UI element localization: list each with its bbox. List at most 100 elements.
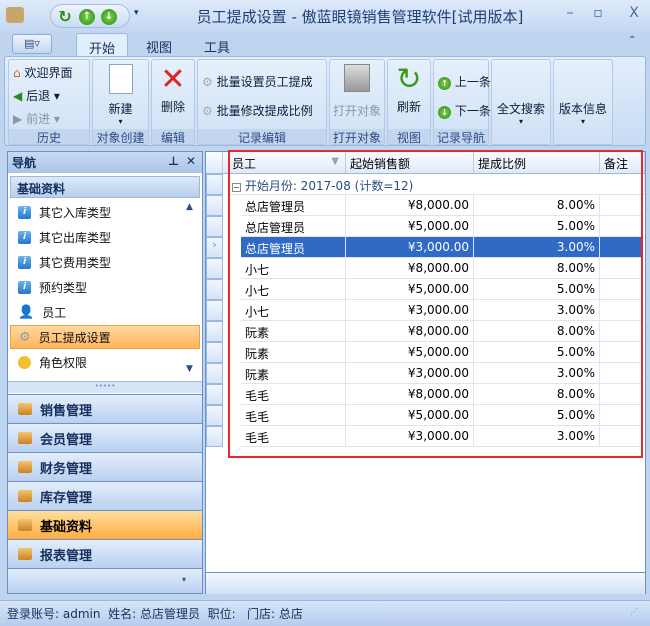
overflow-menu-icon[interactable]: ▾ (182, 575, 186, 584)
app-menu-button[interactable]: ▤▿ (12, 34, 52, 54)
nav-item[interactable]: ⚙ 员工提成设置 (10, 325, 200, 349)
batch-set-label: 批量设置员工提成 (216, 75, 313, 89)
app-logo-icon (6, 7, 24, 23)
new-label: 新建 (108, 102, 133, 116)
qat-dropdown-icon[interactable]: ▾ (134, 8, 139, 18)
row-selector[interactable] (206, 405, 223, 426)
batch-modify-label: 批量修改提成比例 (216, 104, 313, 118)
nav-item[interactable]: i 预约类型 (10, 275, 200, 299)
batch-modify-button[interactable]: ⚙ 批量修改提成比例 (202, 102, 313, 119)
splitter-handle[interactable]: ••••• (8, 381, 202, 393)
mask-icon (18, 355, 31, 369)
nav-item-label: 其它出库类型 (39, 230, 112, 245)
next-record-button[interactable]: ↓ 下一条 (438, 102, 491, 119)
navigation-panel: 导航 ⊥ ✕ 基础资料 i 其它入库类型 i 其它出库类型 i 其它费用类型 i 预约类型 👤 员… (7, 151, 203, 594)
close-icon[interactable]: ✕ (186, 154, 196, 168)
scroll-up-icon[interactable]: ▲ (186, 202, 193, 212)
nav-item[interactable]: i 其它费用类型 (10, 250, 200, 274)
resize-grip-icon[interactable]: ⋰ (630, 607, 638, 616)
row-selector[interactable] (206, 321, 223, 342)
next-label: 下一条 (454, 104, 491, 118)
collapse-ribbon-icon[interactable]: ⌃ (628, 35, 636, 46)
nav-group-button[interactable]: 报表管理 (8, 539, 202, 568)
prev-record-button[interactable]: ↑ 上一条 (438, 73, 491, 90)
nav-footer: ▾ (8, 568, 202, 593)
new-button[interactable]: 新建 ▾ (93, 64, 148, 126)
tab-tools[interactable]: 工具 (192, 33, 242, 56)
nav-group-label: 会员管理 (40, 432, 93, 448)
search-label: 全文搜索 (496, 102, 545, 116)
title-bar: ↻ ↑ ↓ ▾ 员工提成设置 - 傲蓝眼镜销售管理软件[试用版本] – ▫ X (0, 0, 650, 32)
refresh-icon[interactable]: ↻ (57, 9, 73, 25)
nav-item-label: 员工提成设置 (38, 330, 111, 345)
nav-group-button[interactable]: 会员管理 (8, 423, 202, 452)
open-object-icon (344, 64, 370, 92)
delete-label: 删除 (160, 100, 185, 114)
delete-button[interactable]: ✕ 删除 (152, 62, 194, 115)
down-icon: ↓ (438, 106, 451, 119)
row-selector[interactable] (206, 384, 223, 405)
folder-icon (18, 461, 32, 473)
nav-item[interactable]: 角色权限 (10, 350, 200, 374)
row-selector[interactable] (206, 174, 223, 195)
nav-item[interactable]: i 其它出库类型 (10, 225, 200, 249)
folder-icon (18, 490, 32, 502)
back-icon: ◀ (13, 89, 23, 103)
home-icon: ⌂ (13, 66, 21, 80)
scroll-down-icon[interactable]: ▼ (186, 364, 193, 374)
nav-group-button[interactable]: 库存管理 (8, 481, 202, 510)
status-text: 登录账号: admin 姓名: 总店管理员 职位: 门店: 总店 (7, 607, 303, 621)
row-selector[interactable] (206, 363, 223, 384)
back-label: 后退 (26, 89, 51, 103)
nav-section-title: 基础资料 (10, 176, 200, 198)
tab-view[interactable]: 视图 (134, 33, 184, 56)
group-label: 记录编辑 (198, 129, 326, 145)
welcome-button[interactable]: ⌂ 欢迎界面 (13, 64, 72, 81)
pin-icon[interactable]: ⊥ (168, 154, 179, 168)
batch-set-button[interactable]: ⚙ 批量设置员工提成 (202, 73, 313, 90)
row-selector[interactable]: › (206, 237, 223, 258)
nav-group-label: 销售管理 (40, 403, 93, 419)
row-selector[interactable] (206, 279, 223, 300)
nav-group-label: 报表管理 (40, 548, 93, 564)
info-icon: i (18, 255, 31, 269)
nav-header: 导航 ⊥ ✕ (8, 152, 202, 173)
corner-header (206, 152, 223, 174)
refresh-button[interactable]: ↻ 刷新 (388, 62, 430, 115)
quick-access-toolbar: ↻ ↑ ↓ (50, 4, 130, 28)
forward-button[interactable]: ▶ 前进 ▾ (13, 110, 60, 127)
row-selector[interactable] (206, 342, 223, 363)
nav-group-button[interactable]: 财务管理 (8, 452, 202, 481)
close-button[interactable]: X (624, 5, 644, 21)
version-info-button[interactable]: 版本信息 ▾ (553, 59, 613, 145)
full-text-search-button[interactable]: 全文搜索 ▾ (491, 59, 551, 145)
info-icon: i (18, 205, 31, 219)
back-button[interactable]: ◀ 后退 ▾ (13, 87, 60, 104)
open-object-button[interactable]: 打开对象 (330, 64, 384, 119)
row-selector[interactable] (206, 426, 223, 447)
info-icon: i (18, 230, 31, 244)
forward-icon: ▶ (13, 112, 23, 126)
folder-icon (18, 432, 32, 444)
group-view: ↻ 刷新 视图 (387, 59, 431, 145)
status-bar: 登录账号: admin 姓名: 总店管理员 职位: 门店: 总店 ⋰ (0, 600, 650, 626)
maximize-button[interactable]: ▫ (588, 5, 608, 21)
nav-item[interactable]: 👤 员工 (10, 300, 200, 324)
row-selector[interactable] (206, 300, 223, 321)
nav-group-button[interactable]: 基础资料 (8, 510, 202, 539)
nav-item[interactable]: i 其它入库类型 (10, 200, 200, 224)
group-label: 记录导航 (434, 129, 488, 145)
minimize-button[interactable]: – (560, 5, 580, 21)
row-selector[interactable] (206, 258, 223, 279)
nav-group-button[interactable]: 销售管理 (8, 394, 202, 423)
row-selector[interactable] (206, 216, 223, 237)
prev-label: 上一条 (454, 75, 491, 89)
group-label: 历史 (9, 129, 89, 145)
nav-item-label: 预约类型 (39, 280, 88, 295)
row-selector[interactable] (206, 195, 223, 216)
ribbon: ⌂ 欢迎界面 ◀ 后退 ▾ ▶ 前进 ▾ 历史 新建 ▾ 对象创建 ✕ 删除 编辑… (4, 56, 646, 146)
window-title: 员工提成设置 - 傲蓝眼镜销售管理软件[试用版本] (196, 8, 524, 26)
up-icon[interactable]: ↑ (79, 9, 95, 25)
down-icon[interactable]: ↓ (101, 9, 117, 25)
tab-home[interactable]: 开始 (76, 33, 129, 57)
